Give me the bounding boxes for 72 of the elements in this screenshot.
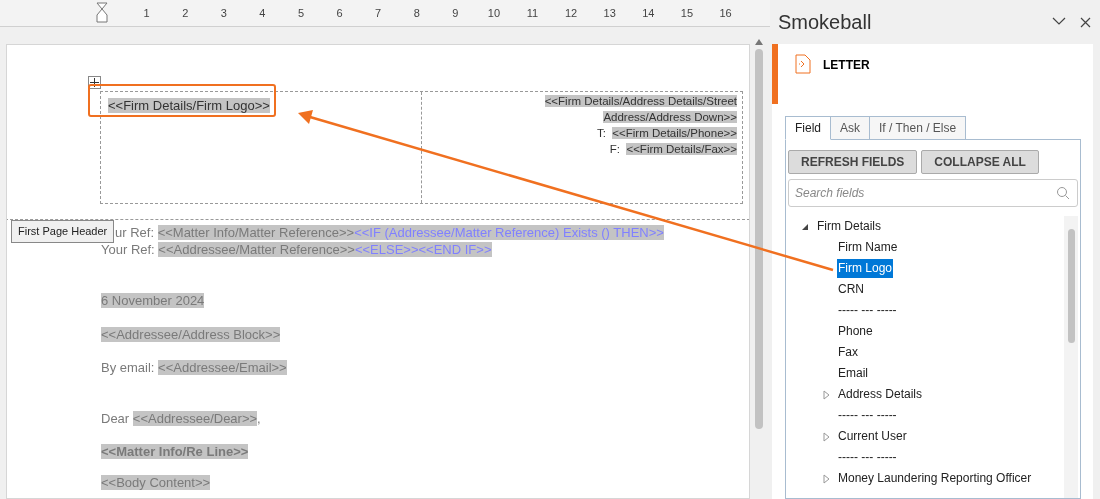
search-icon[interactable] <box>1056 186 1070 200</box>
tree-item[interactable]: ----- --- ----- <box>837 301 898 320</box>
close-icon[interactable] <box>1080 16 1091 28</box>
merge-field: Address/Address Down>> <box>603 111 737 123</box>
body-text: , <box>257 411 261 426</box>
merge-field: <<Matter Info/Matter Reference>> <box>157 225 355 240</box>
expanded-triangle-icon[interactable] <box>801 222 809 231</box>
ruler-number: 14 <box>641 5 656 21</box>
label-text: F: <box>609 143 622 155</box>
tree-item[interactable]: Address Details <box>837 385 924 404</box>
body-text: By email: <box>101 360 156 375</box>
tab[interactable]: Ask <box>830 116 871 140</box>
ruler-number: 6 <box>335 5 344 21</box>
tree-item[interactable]: Fax <box>837 343 859 362</box>
tab[interactable]: If / Then / Else <box>869 116 967 140</box>
search-field[interactable]: Search fields <box>788 179 1078 207</box>
collapsed-triangle-icon[interactable] <box>822 473 830 484</box>
tab[interactable]: Field <box>785 116 831 140</box>
header-tag: First Page Header <box>11 220 115 243</box>
tree-item[interactable]: Phone <box>837 322 874 341</box>
body-text: Your Ref: <box>101 242 156 257</box>
collapsed-triangle-icon[interactable] <box>822 389 830 400</box>
tree-item[interactable]: Firm Details <box>816 217 882 236</box>
panel-title: Smokeball <box>778 10 872 35</box>
ruler-number: 5 <box>296 5 306 21</box>
move-handle-icon[interactable] <box>88 76 101 89</box>
merge-field: <<Body Content>> <box>101 475 211 490</box>
ruler-number: 9 <box>451 5 460 21</box>
merge-field: <<Addressee/Matter Reference>> <box>158 242 355 257</box>
ruler-number: 2 <box>181 5 190 21</box>
ruler-number: 10 <box>486 5 501 21</box>
merge-field: <<Matter Info/Re Line>> <box>101 444 249 459</box>
merge-field: <<Firm Details/Phone>> <box>612 127 737 139</box>
chevron-down-icon[interactable] <box>1052 16 1066 25</box>
scroll-up-icon[interactable] <box>754 38 764 46</box>
tree-scrollbar[interactable] <box>1064 216 1078 498</box>
ruler-number: 15 <box>679 5 694 21</box>
tree-item[interactable]: ----- --- ----- <box>837 448 898 467</box>
toolbar-button[interactable]: COLLAPSE ALL <box>921 150 1039 174</box>
condition-field: <<ELSE>><<END IF>> <box>354 242 492 257</box>
tree-item[interactable]: ----- --- ----- <box>837 406 898 425</box>
condition-field: <<IF (Addressee/Matter Reference) Exists () THEN>> <box>354 225 664 240</box>
merge-field: <<Firm Details/Fax>> <box>626 143 737 155</box>
ruler-number: 11 <box>525 5 540 21</box>
tree-item[interactable]: Email <box>837 364 869 383</box>
tree-item[interactable]: CRN <box>837 280 865 299</box>
merge-field: 6 November 2024 <box>101 293 205 308</box>
ruler-number: 1 <box>142 5 151 21</box>
document-icon <box>795 54 811 74</box>
merge-field: <<Addressee/Dear>> <box>132 411 258 426</box>
body-text: Dear <box>101 411 131 426</box>
tree-item[interactable]: Current User <box>837 427 908 446</box>
ruler-number: 8 <box>412 5 421 21</box>
ruler-number: 3 <box>219 5 228 21</box>
label-text: T: <box>597 127 607 139</box>
document-type: LETTER <box>823 57 870 74</box>
ruler-number: 12 <box>564 5 579 21</box>
tree-item[interactable]: Firm Name <box>837 238 899 257</box>
merge-field: <<Addressee/Email>> <box>158 360 287 375</box>
toolbar-button[interactable]: REFRESH FIELDS <box>788 150 918 174</box>
body-text: ur Ref: <box>115 225 155 240</box>
indent-marker-icon[interactable] <box>96 2 108 24</box>
ruler-number: 7 <box>374 5 383 21</box>
ruler-number: 4 <box>258 5 267 21</box>
collapsed-triangle-icon[interactable] <box>822 431 830 442</box>
ruler-number: 13 <box>602 5 617 21</box>
tree-item[interactable]: Firm Logo <box>837 259 894 278</box>
merge-field: <<Firm Details/Address Details/Street <box>544 95 737 107</box>
tree-item[interactable]: Money Laundering Reporting Officer <box>837 469 1033 488</box>
merge-field: <<Addressee/Address Block>> <box>101 327 281 342</box>
logo-merge-field: <<Firm Details/Firm Logo>> <box>108 98 270 113</box>
ruler-number: 16 <box>718 5 733 21</box>
